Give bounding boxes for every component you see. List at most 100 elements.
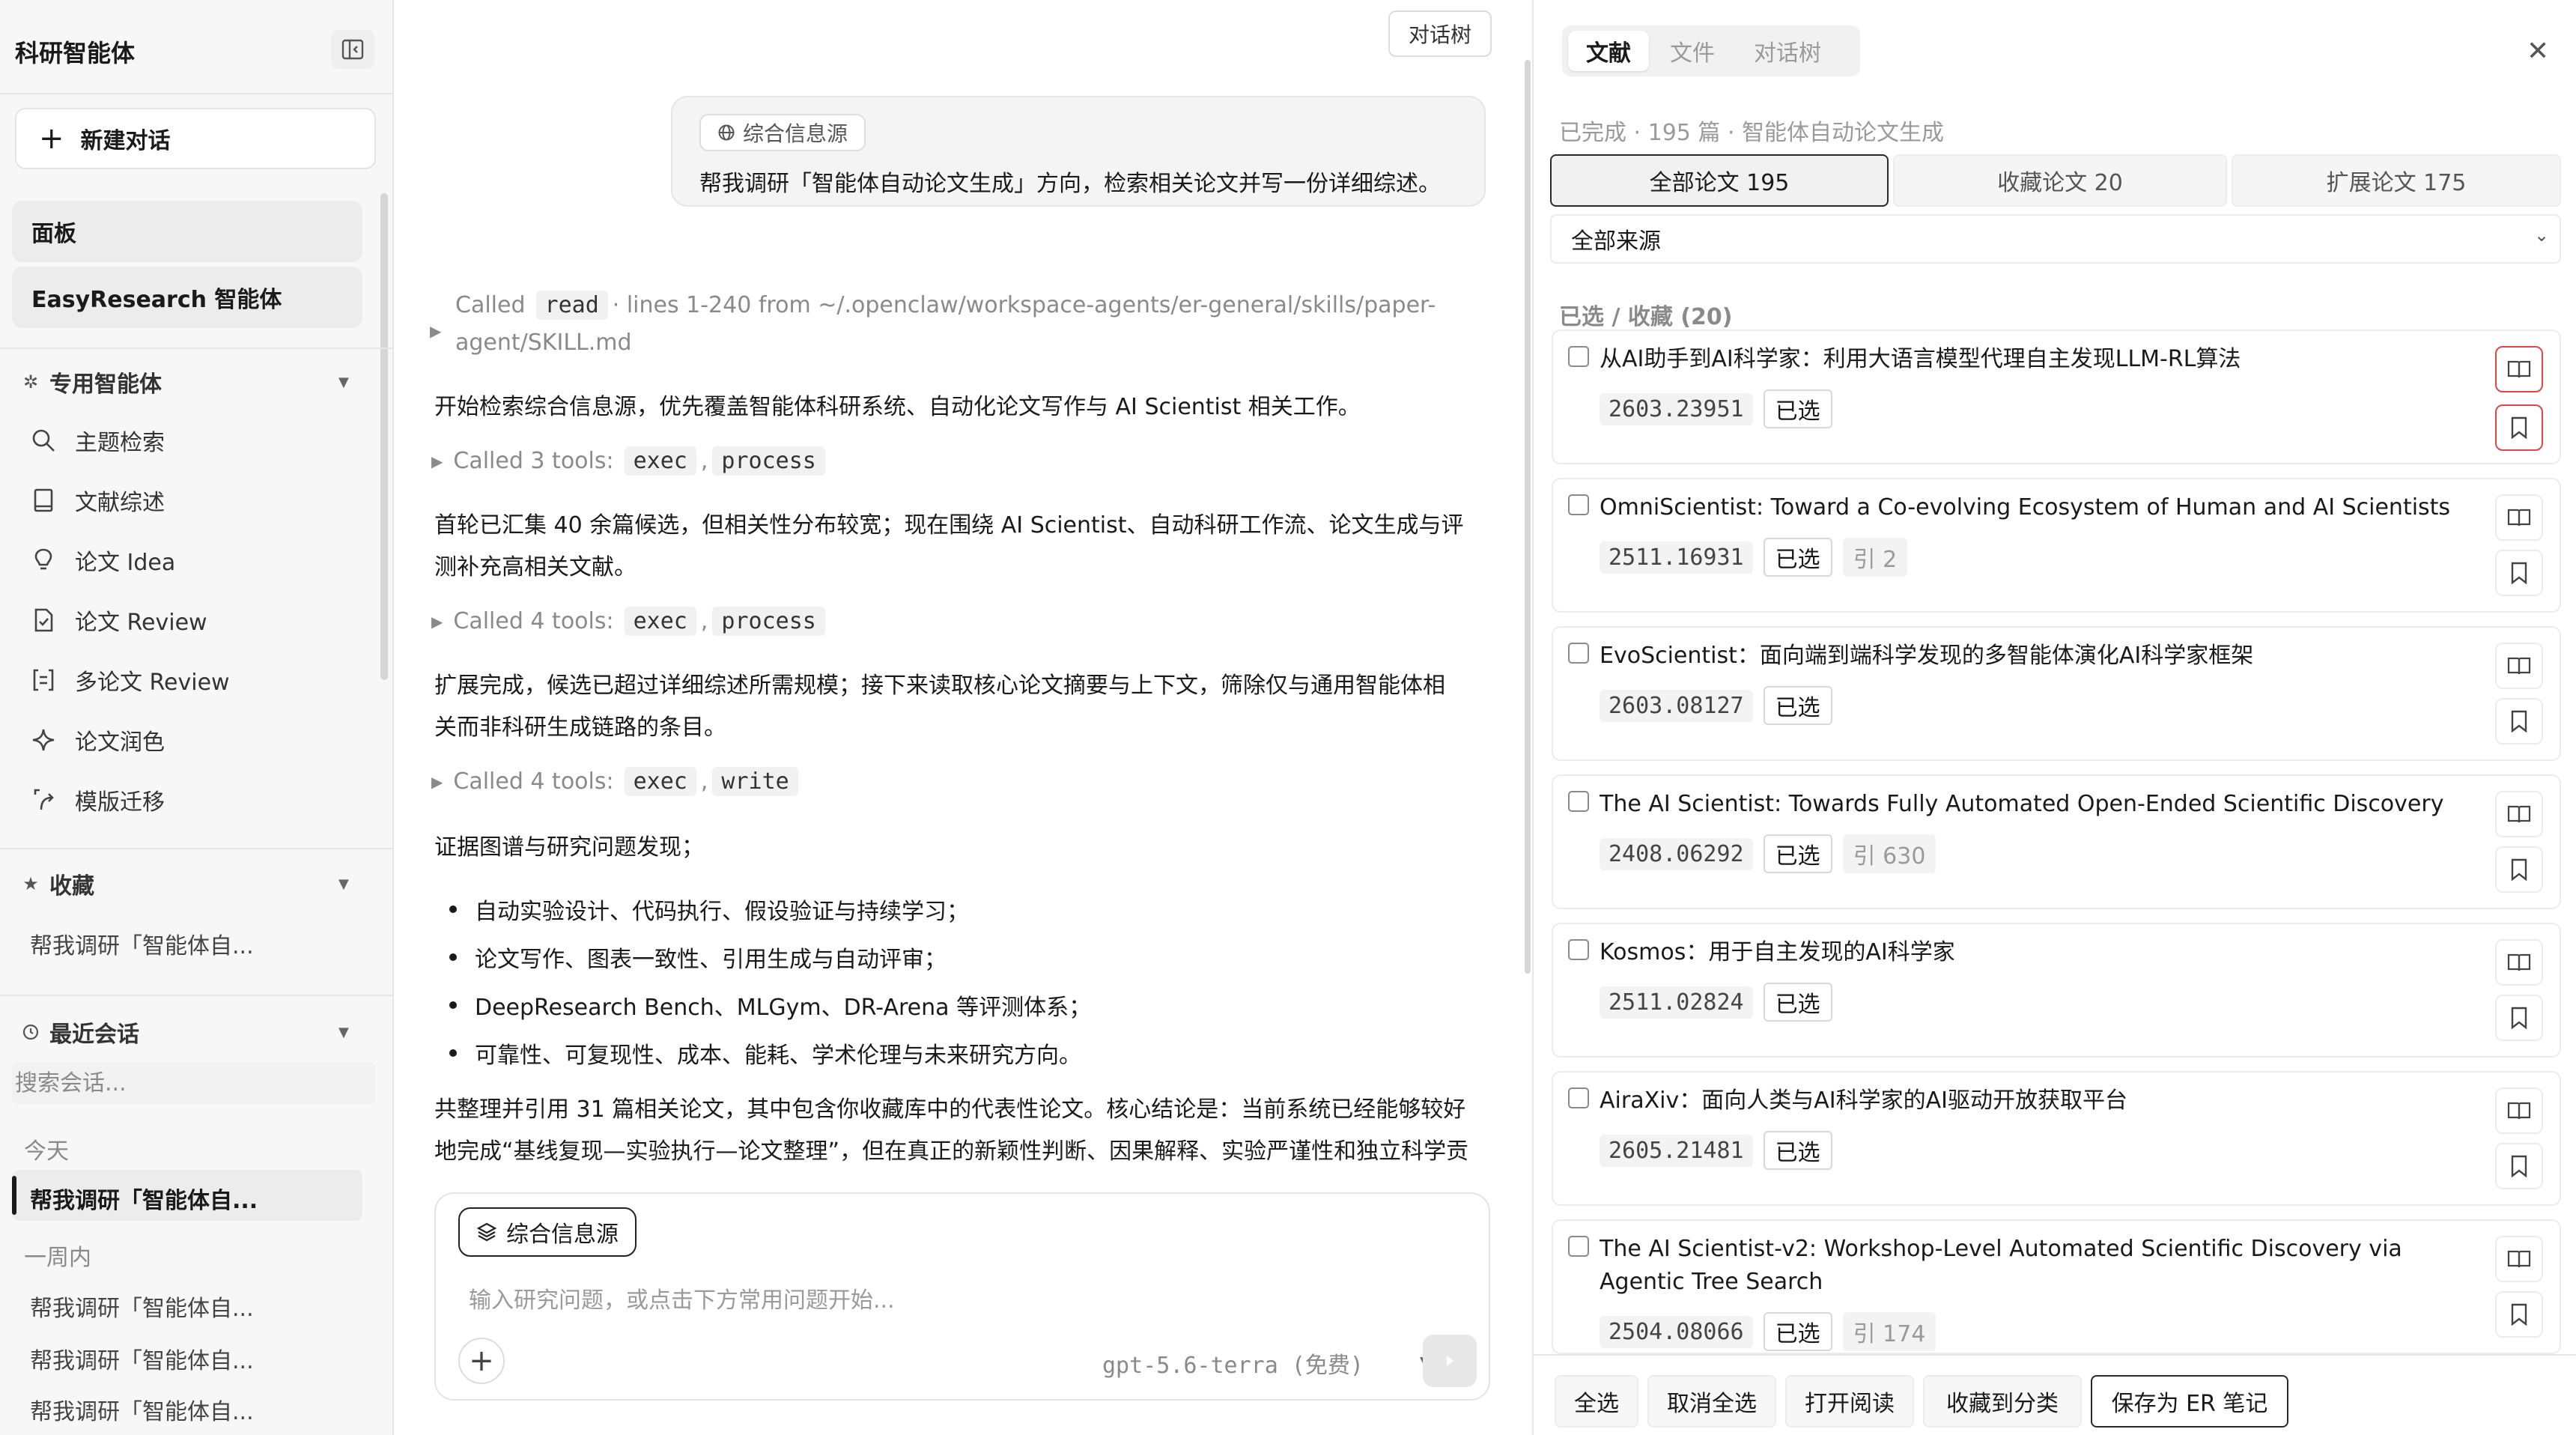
- chat-scrollbar[interactable]: [1525, 60, 1531, 974]
- bookmark-button[interactable]: [2495, 698, 2543, 744]
- chevron-down-icon[interactable]: ▼: [338, 876, 349, 892]
- citation-count: 引 174: [1842, 1312, 1936, 1351]
- bookmark-button[interactable]: [2495, 846, 2543, 893]
- save-to-category-button[interactable]: 收藏到分类: [1923, 1375, 2082, 1428]
- bookmark-button[interactable]: [2495, 1291, 2543, 1338]
- recent-conversation[interactable]: 帮我调研「智能体自...: [30, 1393, 254, 1426]
- paper-checkbox[interactable]: [1568, 494, 1589, 515]
- read-button[interactable]: [2495, 1236, 2543, 1282]
- sidebar-item-template-transfer[interactable]: 模版迁移: [28, 777, 165, 822]
- bookmark-button[interactable]: [2495, 995, 2543, 1041]
- sidebar-scrollbar[interactable]: [380, 193, 388, 680]
- tool-call-group[interactable]: ▶ Called 3 tools: exec, process: [431, 446, 830, 476]
- paper-card[interactable]: The AI Scientist-v2: Workshop-Level Auto…: [1552, 1219, 2561, 1354]
- paper-card[interactable]: OmniScientist: Toward a Co-evolving Ecos…: [1552, 478, 2561, 613]
- open-reader-button[interactable]: 打开阅读: [1785, 1375, 1914, 1428]
- paper-title: The AI Scientist: Towards Fully Automate…: [1600, 791, 2444, 817]
- conversation-tree-button[interactable]: 对话树: [1388, 10, 1492, 57]
- read-button[interactable]: [2495, 494, 2543, 541]
- sidebar-item-label: 论文 Idea: [75, 550, 176, 576]
- source-selector-chip[interactable]: 综合信息源: [458, 1207, 637, 1257]
- sidebar-item-easyresearch[interactable]: EasyResearch 智能体: [12, 267, 362, 328]
- tab-literature[interactable]: 文献: [1568, 31, 1649, 71]
- read-button[interactable]: [2495, 939, 2543, 986]
- paper-checkbox[interactable]: [1568, 791, 1589, 812]
- favorite-conversation[interactable]: 帮我调研「智能体自...: [30, 927, 254, 960]
- chevron-down-icon[interactable]: ▼: [338, 1025, 349, 1040]
- section-agents-header[interactable]: ✲ 专用智能体: [21, 365, 162, 398]
- citation-count: 引 630: [1842, 834, 1936, 873]
- selected-badge: 已选: [1763, 834, 1832, 873]
- recent-conversation-label[interactable]: 帮我调研「智能体自...: [30, 1182, 258, 1215]
- paper-checkbox[interactable]: [1568, 346, 1589, 367]
- paper-checkbox[interactable]: [1568, 1087, 1589, 1108]
- sidebar-toggle-icon: [341, 39, 364, 60]
- bookmark-button[interactable]: [2495, 404, 2543, 451]
- paper-card[interactable]: EvoScientist：面向端到端科学发现的多智能体演化AI科学家框架 260…: [1552, 626, 2561, 761]
- paper-checkbox[interactable]: [1568, 643, 1589, 664]
- panel-tabs: 文献 文件 对话树: [1562, 25, 1860, 76]
- read-button[interactable]: [2495, 346, 2543, 392]
- sidebar-item-label: 文献综述: [75, 490, 165, 516]
- new-chat-label: 新建对话: [80, 128, 171, 154]
- paper-title: AiraXiv：面向人类与AI科学家的AI驱动开放获取平台: [1600, 1087, 2127, 1114]
- chevron-down-icon[interactable]: ▼: [338, 374, 349, 390]
- open-book-icon: [2507, 1250, 2531, 1268]
- paper-card[interactable]: 从AI助手到AI科学家：利用大语言模型代理自主发现LLM-RL算法 2603.2…: [1552, 330, 2561, 464]
- bookmark-button[interactable]: [2495, 550, 2543, 596]
- paper-checkbox[interactable]: [1568, 1236, 1589, 1257]
- filter-extended-papers[interactable]: 扩展论文 175: [2232, 154, 2561, 207]
- open-book-icon: [2507, 953, 2531, 971]
- message-input[interactable]: [469, 1279, 1442, 1321]
- paper-checkbox[interactable]: [1568, 939, 1589, 960]
- search-conversations-input[interactable]: [12, 1062, 376, 1104]
- tab-files[interactable]: 文件: [1652, 31, 1733, 71]
- sidebar-item-panel[interactable]: 面板: [12, 201, 362, 262]
- new-chat-button[interactable]: + 新建对话: [15, 108, 376, 169]
- add-attachment-button[interactable]: +: [458, 1338, 505, 1384]
- tool-name-code: exec: [624, 767, 696, 796]
- sidebar-item-paper-idea[interactable]: 论文 Idea: [28, 538, 175, 583]
- read-button[interactable]: [2495, 643, 2543, 689]
- assistant-paragraph: 扩展完成，候选已超过详细综述所需规模；接下来读取核心论文摘要与上下文，筛除仅与通…: [434, 665, 1498, 749]
- send-button[interactable]: [1423, 1335, 1477, 1387]
- collapse-sidebar-button[interactable]: [331, 30, 374, 69]
- deselect-all-button[interactable]: 取消全选: [1647, 1375, 1776, 1428]
- close-icon[interactable]: ✕: [2527, 36, 2549, 67]
- paper-title: Kosmos：用于自主发现的AI科学家: [1600, 939, 1955, 965]
- filter-favorite-papers[interactable]: 收藏论文 20: [1893, 154, 2227, 207]
- sidebar-item-paper-review[interactable]: 论文 Review: [28, 598, 207, 643]
- sidebar-item-literature-review[interactable]: 文献综述: [28, 478, 165, 523]
- bullet-text: DeepResearch Bench、MLGym、DR-Arena 等评测体系；: [475, 995, 1092, 1021]
- sidebar-item-paper-polish[interactable]: 论文润色: [28, 718, 165, 762]
- read-button[interactable]: [2495, 791, 2543, 837]
- sidebar-item-multi-review[interactable]: 多论文 Review: [28, 658, 230, 703]
- read-button[interactable]: [2495, 1087, 2543, 1134]
- recent-conversation[interactable]: 帮我调研「智能体自...: [30, 1290, 254, 1323]
- source-select[interactable]: 全部来源: [1550, 214, 2561, 264]
- select-all-button[interactable]: 全选: [1555, 1375, 1638, 1428]
- arxiv-id: 2603.08127: [1600, 689, 1753, 722]
- tool-name-code: process: [712, 607, 825, 636]
- tool-call-group[interactable]: ▶ Called 4 tools: exec, write: [431, 767, 803, 796]
- tab-conversation-tree[interactable]: 对话树: [1736, 31, 1839, 71]
- section-favorites-header[interactable]: ★ 收藏: [21, 867, 94, 900]
- save-er-note-button[interactable]: 保存为 ER 笔记: [2091, 1375, 2288, 1428]
- model-selector[interactable]: gpt-5.6-terra (免费): [1102, 1347, 1364, 1380]
- tool-call-read[interactable]: ▶ Called read · lines 1-240 from ~/.open…: [430, 291, 1436, 340]
- chevron-down-icon[interactable]: ⌄: [2534, 225, 2549, 246]
- filter-all-papers[interactable]: 全部论文 195: [1550, 154, 1889, 207]
- paragraph-line: 关而非科研生成链路的条目。: [434, 715, 726, 741]
- plus-icon: +: [39, 121, 64, 156]
- section-title: 专用智能体: [49, 371, 162, 398]
- section-recent-header[interactable]: 最近会话: [21, 1016, 139, 1049]
- tool-call-group[interactable]: ▶ Called 4 tools: exec, process: [431, 607, 830, 636]
- paper-card[interactable]: The AI Scientist: Towards Fully Automate…: [1552, 774, 2561, 909]
- paper-card[interactable]: AiraXiv：面向人类与AI科学家的AI驱动开放获取平台 2605.21481…: [1552, 1071, 2561, 1206]
- paper-card[interactable]: Kosmos：用于自主发现的AI科学家 2511.02824 已选: [1552, 923, 2561, 1058]
- paragraph-line: 首轮已汇集 40 余篇候选，但相关性分布较宽；现在围绕 AI Scientist…: [434, 512, 1464, 538]
- sidebar-item-topic-search[interactable]: 主题检索: [28, 418, 165, 463]
- bookmark-button[interactable]: [2495, 1143, 2543, 1189]
- recent-conversation[interactable]: 帮我调研「智能体自...: [30, 1342, 254, 1375]
- paragraph-line: 地完成“基线复现—实验执行—论文整理”，但在真正的新颖性判断、因果解释、实验严谨…: [434, 1138, 1469, 1165]
